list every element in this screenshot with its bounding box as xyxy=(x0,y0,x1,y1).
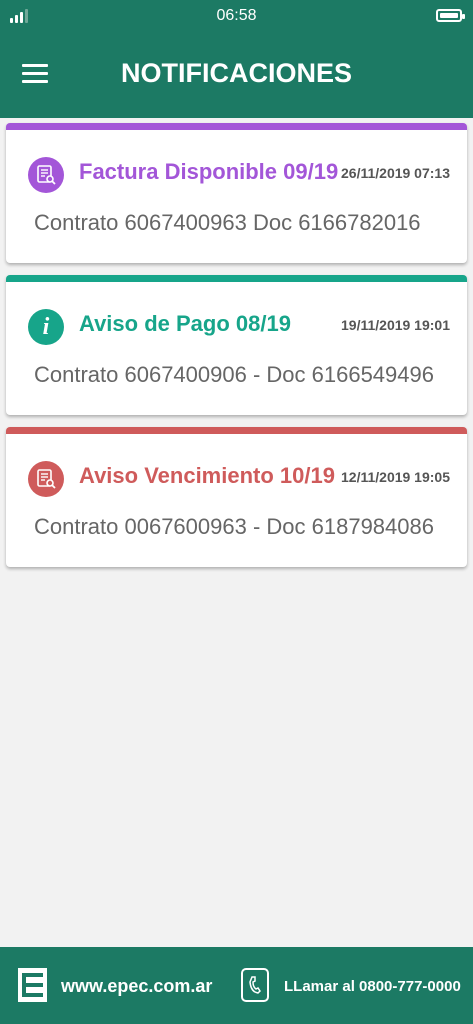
invoice-search-icon xyxy=(28,157,64,193)
battery-icon xyxy=(436,9,465,22)
epec-logo-icon xyxy=(18,968,47,1002)
notification-title: Aviso Vencimiento 10/19 xyxy=(79,463,335,488)
notification-title: Aviso de Pago 08/19 xyxy=(79,311,291,336)
app-header: 06:58 NOTIFICACIONES xyxy=(0,0,473,118)
notification-list: Factura Disponible 09/19 26/11/2019 07:1… xyxy=(6,123,467,579)
notification-date: 12/11/2019 19:05 xyxy=(341,469,450,485)
page-title: NOTIFICACIONES xyxy=(120,58,352,88)
invoice-search-icon xyxy=(28,461,64,497)
app-footer: www.epec.com.ar LLamar al 0800-777-0000 xyxy=(0,947,473,1024)
call-link[interactable]: LLamar al 0800-777-0000 xyxy=(284,978,461,995)
status-bar: 06:58 xyxy=(0,0,473,34)
notification-card[interactable]: Factura Disponible 09/19 26/11/2019 07:1… xyxy=(6,123,467,263)
phone-icon[interactable] xyxy=(241,968,269,1002)
notification-body: Contrato 0067600963 - Doc 6187984086 xyxy=(34,514,434,539)
status-time: 06:58 xyxy=(216,7,257,24)
notification-card[interactable]: Aviso Vencimiento 10/19 12/11/2019 19:05… xyxy=(6,427,467,567)
notification-date: 26/11/2019 07:13 xyxy=(341,165,450,181)
notification-card[interactable]: i Aviso de Pago 08/19 19/11/2019 19:01 C… xyxy=(6,275,467,415)
notification-date: 19/11/2019 19:01 xyxy=(341,317,450,333)
website-link[interactable]: www.epec.com.ar xyxy=(61,976,212,997)
notification-title: Factura Disponible 09/19 xyxy=(79,159,339,184)
info-icon: i xyxy=(28,309,64,345)
notification-body: Contrato 6067400906 - Doc 6166549496 xyxy=(34,362,434,387)
notification-body: Contrato 6067400963 Doc 6166782016 xyxy=(34,210,421,235)
